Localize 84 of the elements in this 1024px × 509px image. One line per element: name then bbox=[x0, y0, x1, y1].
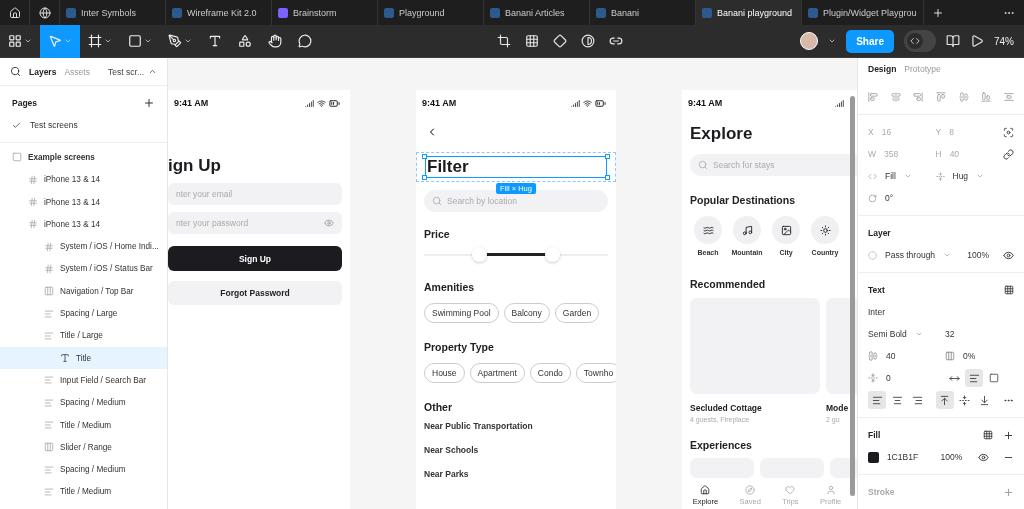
layer-name: Spacing / Medium bbox=[60, 398, 126, 408]
hex-field[interactable]: 1C1B1F bbox=[886, 452, 933, 462]
layer-row[interactable]: Title / Medium bbox=[0, 413, 167, 437]
layer-row[interactable]: iPhone 13 & 14 bbox=[0, 168, 167, 191]
page-name: Test screens bbox=[30, 120, 78, 131]
rotation-field[interactable]: 0° bbox=[885, 193, 894, 203]
field-label: Y bbox=[935, 127, 942, 137]
page-row[interactable]: Test screens bbox=[0, 114, 167, 137]
section-heading: Property Type bbox=[424, 341, 495, 353]
screen-title: ign Up bbox=[168, 156, 222, 176]
layer-name: Navigation / Top Bar bbox=[60, 286, 134, 296]
section-heading: Fill bbox=[868, 430, 881, 440]
line-height-field[interactable]: 40 bbox=[886, 351, 896, 361]
section-heading: Layer bbox=[868, 228, 891, 238]
layer-name: Spacing / Large bbox=[60, 309, 118, 318]
input-field[interactable]: nter your password bbox=[168, 212, 342, 234]
layer-row[interactable]: iPhone 13 & 14 bbox=[0, 190, 167, 214]
opacity-field[interactable]: 100% bbox=[940, 452, 963, 462]
field-label: H bbox=[935, 149, 942, 159]
status-time: 9:41 AM bbox=[422, 98, 457, 108]
layer-name: Example screens bbox=[28, 152, 95, 162]
layer-name: Title / Large bbox=[60, 331, 103, 341]
input-field[interactable]: nter your email bbox=[168, 183, 342, 205]
selection-box[interactable]: Filter bbox=[416, 152, 616, 182]
status-time: 9:41 AM bbox=[174, 98, 209, 108]
layer-row[interactable]: Input Field / Search Bar bbox=[0, 369, 167, 392]
font-family-field[interactable]: Inter bbox=[868, 307, 885, 317]
sign-up-button[interactable]: Sign Up bbox=[168, 246, 342, 271]
option-label[interactable]: Near Parks bbox=[424, 469, 608, 479]
section-heading: Text bbox=[868, 285, 885, 295]
pages-heading: Pages bbox=[12, 98, 38, 108]
page-picker[interactable]: Test scr... bbox=[108, 66, 144, 77]
layer-row[interactable]: Slider / Range bbox=[0, 436, 167, 459]
layer-name: System / iOS / Home Indi... bbox=[60, 242, 159, 252]
section-heading: Popular Destinations bbox=[690, 194, 796, 206]
field-label: W bbox=[868, 149, 877, 159]
stay-title: Mode bbox=[826, 403, 850, 413]
layer-name: Input Field / Search Bar bbox=[60, 375, 146, 385]
layer-name: Slider / Range bbox=[60, 442, 112, 452]
file-tab[interactable]: Banani playground bbox=[696, 0, 802, 25]
field-label: X bbox=[868, 127, 874, 137]
layer-row[interactable]: System / iOS / Status Bar bbox=[0, 257, 167, 281]
panel-tab[interactable]: Layers bbox=[29, 66, 57, 77]
layer-row[interactable]: Navigation / Top Bar bbox=[0, 280, 167, 303]
layer-row[interactable]: Title bbox=[0, 346, 167, 370]
layer-row[interactable]: System / iOS / Home Indi... bbox=[0, 235, 167, 258]
section-heading: Amenities bbox=[424, 281, 476, 293]
height-mode-dropdown[interactable]: Hug bbox=[952, 171, 969, 181]
layer-row[interactable]: Spacing / Medium bbox=[0, 391, 167, 414]
section-heading: Recommended bbox=[690, 278, 767, 290]
layer-row[interactable]: Spacing / Large bbox=[0, 302, 167, 325]
layer-row[interactable]: Title / Medium bbox=[0, 480, 167, 504]
layer-name: iPhone 13 & 14 bbox=[44, 219, 100, 229]
panel-tab[interactable]: Design bbox=[868, 64, 897, 74]
option-label[interactable]: Near Public Transportation bbox=[424, 421, 608, 431]
blend-mode-dropdown[interactable]: Pass through bbox=[885, 250, 936, 260]
option-label[interactable]: Near Schools bbox=[424, 445, 608, 455]
screen-title: Explore bbox=[690, 124, 754, 144]
paragraph-spacing-field[interactable]: 0 bbox=[886, 373, 891, 383]
layer-name: Title / Medium bbox=[60, 487, 112, 497]
layer-row[interactable]: iPhone 13 & 14 bbox=[0, 213, 167, 236]
stay-title: Secluded Cottage bbox=[690, 403, 763, 413]
font-weight-dropdown[interactable]: Semi Bold bbox=[868, 329, 907, 339]
layer-name: iPhone 13 & 14 bbox=[44, 175, 100, 185]
layer-row[interactable]: Spacing / Medium bbox=[0, 458, 167, 481]
section-heading: Experiences bbox=[690, 439, 753, 451]
letter-spacing-field[interactable]: 0% bbox=[963, 351, 976, 361]
layer-name: Title bbox=[76, 353, 92, 363]
font-size-field[interactable]: 32 bbox=[945, 329, 955, 339]
opacity-field[interactable]: 100% bbox=[967, 250, 989, 260]
layer-name: System / iOS / Status Bar bbox=[60, 264, 153, 274]
forgot-password-button[interactable]: Forgot Password bbox=[168, 281, 342, 305]
layer-name: Title / Medium bbox=[60, 420, 112, 430]
section-heading: Stroke bbox=[868, 487, 895, 497]
section-heading: Other bbox=[424, 401, 453, 413]
layer-row[interactable]: Example screens bbox=[0, 146, 167, 169]
layer-row[interactable]: Title / Large bbox=[0, 324, 167, 347]
layer-name: iPhone 13 & 14 bbox=[44, 197, 100, 207]
layer-name: Spacing / Medium bbox=[60, 465, 126, 475]
screen-title: Filter bbox=[427, 157, 470, 177]
width-mode-dropdown[interactable]: Fill bbox=[885, 171, 896, 181]
zoom-level[interactable]: 74% bbox=[994, 35, 1014, 47]
section-heading: Price bbox=[424, 228, 451, 240]
status-time: 9:41 AM bbox=[688, 98, 723, 108]
